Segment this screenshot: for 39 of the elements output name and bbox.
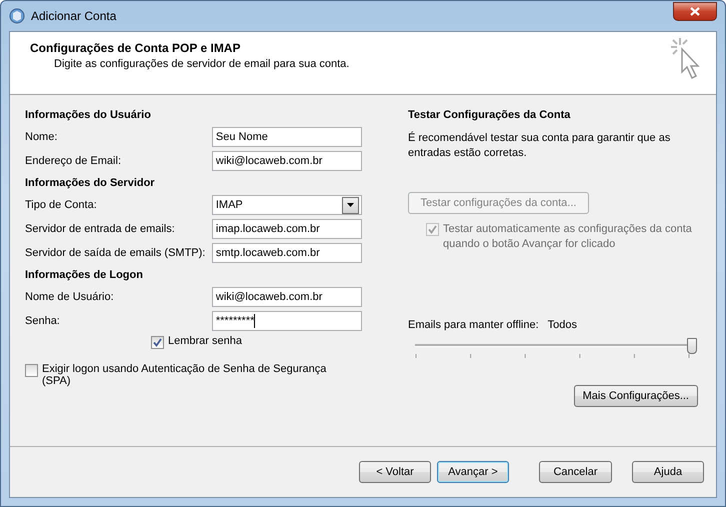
close-button[interactable] [673, 2, 717, 20]
checkbox[interactable] [151, 336, 164, 349]
field-label: Senha: [25, 315, 61, 327]
field-label: Nome: [25, 131, 58, 143]
input-field[interactable]: smtp.locaweb.com.br [212, 243, 362, 263]
input-field[interactable]: imap.locaweb.com.br [212, 219, 362, 239]
account-type-dropdown[interactable]: IMAP [212, 195, 362, 215]
field-label: Tipo de Conta: [25, 199, 98, 211]
section-heading: Informações de Logon [25, 268, 144, 283]
field-label: Servidor de entrada de emails: [25, 223, 176, 235]
more-settings-button[interactable]: Mais Configurações... [574, 385, 698, 407]
section-heading: Informações do Usuário [25, 108, 152, 123]
close-icon [690, 6, 700, 16]
page-subtitle: Digite as configurações de servidor de email para sua conta. [54, 58, 350, 70]
dialog-button[interactable]: < Voltar [359, 461, 431, 483]
window-title: Adicionar Conta [31, 9, 116, 23]
dialog-button[interactable]: Cancelar [539, 461, 612, 483]
input-field[interactable]: wiki@locaweb.com.br [212, 151, 362, 171]
slider-label: Emails para manter offline: [408, 319, 539, 331]
dialog-button[interactable]: Avançar > [437, 461, 509, 483]
section-heading: Informações do Servidor [25, 176, 156, 191]
checkbox[interactable] [25, 364, 38, 377]
field-label: Endereço de Email: [25, 155, 122, 167]
checkbox-label: Testar automaticamente as configurações da conta quando o botão Avançar for clicado [443, 222, 693, 252]
dropdown-arrow-icon [347, 203, 354, 207]
slider-thumb[interactable] [687, 338, 697, 354]
input-field[interactable]: wiki@locaweb.com.br [212, 287, 362, 307]
field-label: Servidor de saída de emails (SMTP): [25, 247, 206, 259]
input-field[interactable]: Seu Nome [212, 127, 362, 147]
section-heading: Testar Configurações da Conta [408, 108, 572, 123]
field-label: Nome de Usuário: [25, 291, 115, 303]
description: É recomendável testar sua conta para garantir que as entradas estão corretas. [408, 131, 672, 161]
checkbox-label: Lembrar senha [168, 335, 242, 347]
app-icon [9, 8, 25, 24]
page-title: Configurações de Conta POP e IMAP [30, 41, 242, 55]
slider-value: Todos [548, 319, 577, 331]
password-field[interactable]: ********* [212, 311, 362, 331]
checkbox-label: Exigir logon usando Autenticação de Senha de Segurança (SPA) [42, 363, 328, 387]
dialog-button[interactable]: Ajuda [632, 461, 704, 483]
